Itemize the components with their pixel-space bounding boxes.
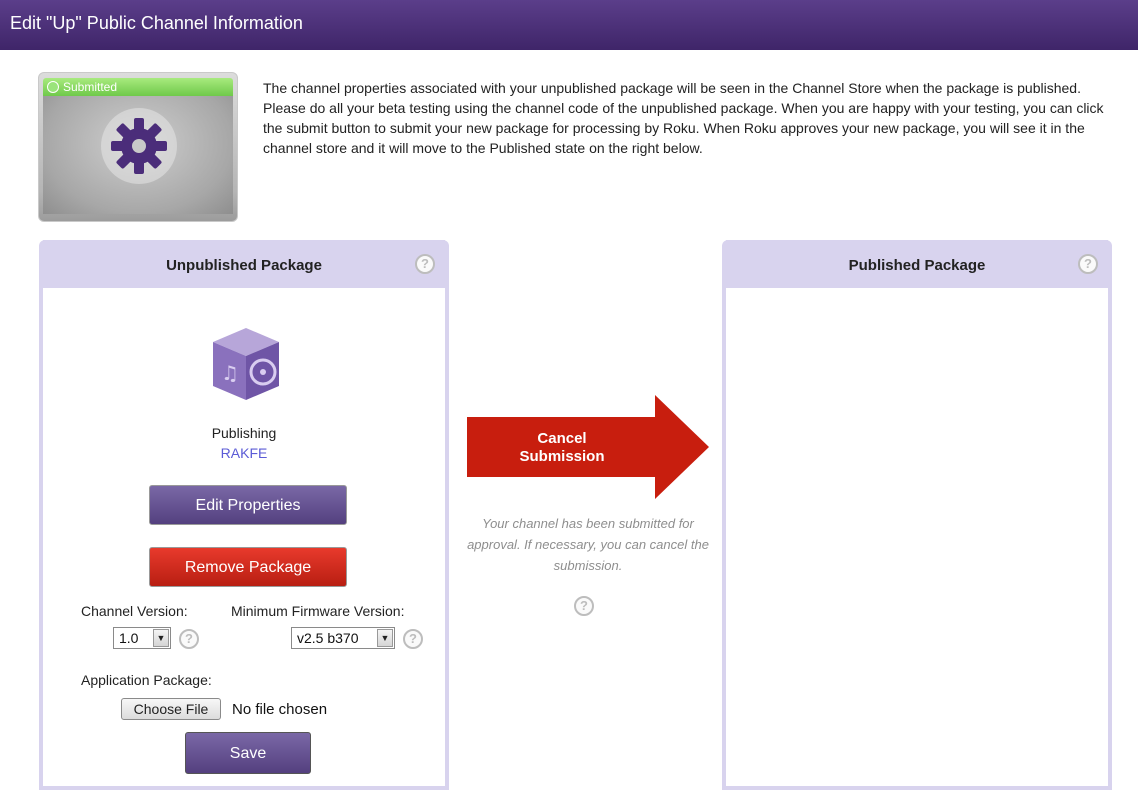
published-package-header: Published Package ?: [726, 240, 1108, 288]
package-code-link[interactable]: RAKFE: [43, 445, 445, 461]
intro-text: The channel properties associated with y…: [263, 80, 1104, 156]
help-icon[interactable]: ?: [1078, 254, 1098, 274]
edit-properties-button[interactable]: Edit Properties: [149, 485, 347, 525]
status-badge: Submitted: [43, 78, 233, 96]
remove-package-button[interactable]: Remove Package: [149, 547, 347, 587]
help-icon[interactable]: ?: [403, 629, 423, 649]
firmware-version-value: v2.5 b370: [297, 630, 359, 646]
package-icon: ♫: [213, 328, 279, 400]
submission-note: Your channel has been submitted for appr…: [467, 516, 709, 573]
svg-text:♫: ♫: [221, 361, 239, 385]
choose-file-button[interactable]: Choose File: [121, 698, 221, 720]
status-badge-label: Submitted: [63, 80, 118, 94]
cancel-submission-button[interactable]: Cancel Submission: [467, 430, 657, 466]
save-button[interactable]: Save: [185, 732, 311, 774]
file-status-text: No file chosen: [232, 701, 328, 718]
package-status: Publishing: [211, 425, 277, 441]
help-icon[interactable]: ?: [415, 254, 435, 274]
cancel-label-line1: Cancel: [537, 430, 587, 447]
channel-status-tile: Submitted: [38, 72, 238, 222]
chevron-down-icon: ▼: [153, 629, 169, 647]
gear-icon: [101, 108, 177, 184]
page-header: Edit "Up" Public Channel Information: [0, 0, 1138, 50]
firmware-version-label: Minimum Firmware Version:: [231, 603, 405, 619]
published-package-title: Published Package: [848, 257, 986, 274]
channel-version-label: Channel Version:: [81, 603, 188, 619]
firmware-version-select[interactable]: v2.5 b370 ▼: [291, 627, 395, 649]
help-icon[interactable]: ?: [179, 629, 199, 649]
application-package-label: Application Package:: [81, 672, 212, 688]
status-screen: [43, 96, 233, 214]
unpublished-package-header: Unpublished Package ?: [43, 240, 445, 288]
channel-version-value: 1.0: [119, 630, 139, 646]
channel-version-select[interactable]: 1.0 ▼: [113, 627, 171, 649]
published-package-panel: Published Package ?: [722, 240, 1112, 790]
chevron-down-icon: ▼: [377, 629, 393, 647]
page-title: Edit "Up" Public Channel Information: [10, 13, 303, 33]
help-icon[interactable]: ?: [574, 596, 594, 616]
cancel-label-line2: Submission: [519, 448, 605, 465]
unpublished-package-panel: Unpublished Package ? ♫ Publishing RAKFE…: [39, 240, 449, 790]
status-dot-icon: [47, 81, 59, 93]
unpublished-package-title: Unpublished Package: [166, 257, 322, 274]
